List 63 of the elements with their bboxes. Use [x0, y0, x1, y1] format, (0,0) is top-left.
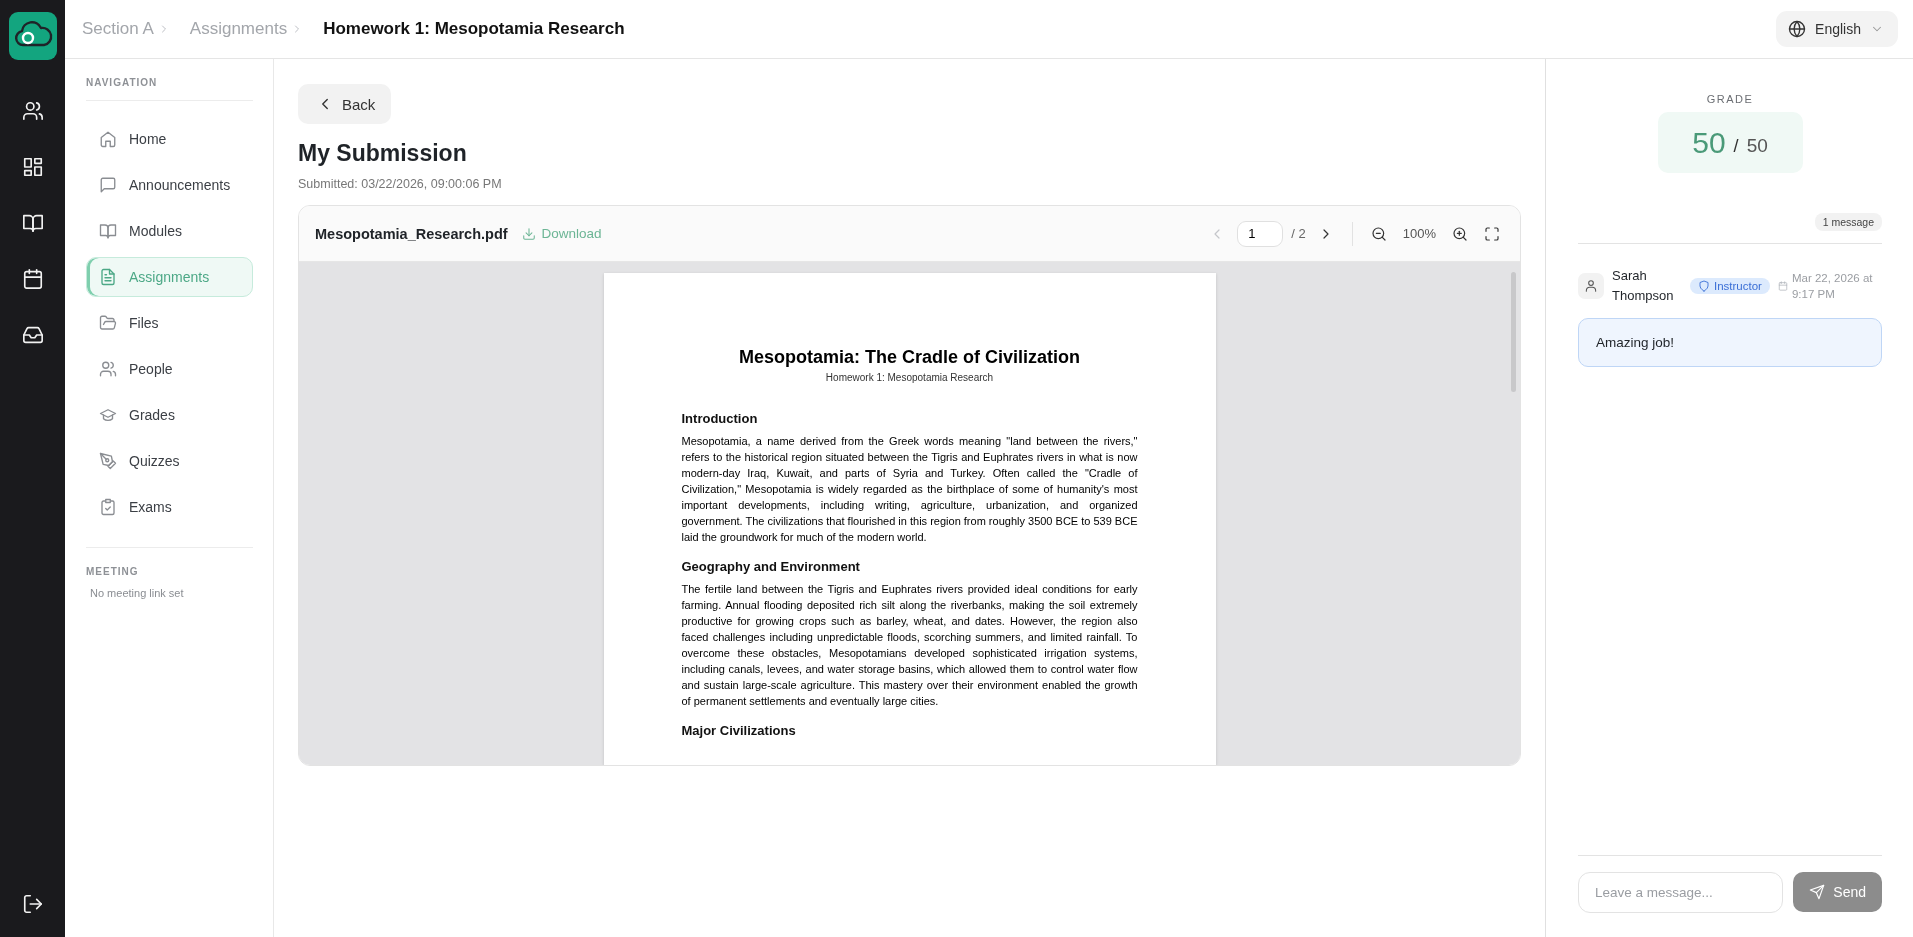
app-logo[interactable]	[8, 12, 57, 60]
message-bubble: Amazing job!	[1578, 318, 1882, 367]
graduation-cap-icon	[99, 406, 117, 424]
nav-item[interactable]: Modules	[86, 211, 253, 251]
zoom-level: 100%	[1402, 226, 1436, 241]
nav-item[interactable]: Files	[86, 303, 253, 343]
logout-icon[interactable]	[21, 893, 44, 915]
message-count: 1 message	[1814, 213, 1882, 231]
document-subtitle: Homework 1: Mesopotamia Research	[824, 372, 995, 383]
nav-item[interactable]: Home	[86, 119, 253, 159]
page-total: / 2	[1291, 226, 1306, 241]
pen-nib-icon	[99, 452, 117, 470]
grade-label: GRADE	[1705, 93, 1755, 105]
message-field[interactable]: Leave a message...	[1578, 872, 1784, 913]
back-button[interactable]: Back	[298, 84, 392, 124]
calendar-icon[interactable]	[21, 268, 44, 290]
nav-item[interactable]: Announcements	[86, 165, 253, 205]
role-badge: Instructor	[1690, 278, 1770, 294]
grade-total: 50	[1746, 134, 1768, 157]
paragraph: Mesopotamia, a name derived from the Greek words meaning "land between the rivers," refers to the historical region situated between the Tigris and Euphrates rivers in what is now modern-day Iraq, Kuwait, and parts of Syria and Turkey. Often called the "Cradle of Civilization," Mesopotamia is widely regarded as the birthplace of some of humanity's most important developments, including writing, agriculture, urbanization, and organized government. The civilizations that flourished in this region from roughly 3500 BCE to 539 BCE laid the groundwork for much of the modern world.	[681, 434, 1138, 545]
document-icon	[99, 268, 117, 286]
calendar-icon	[1777, 281, 1788, 291]
dashboard-grid-icon[interactable]	[21, 156, 44, 178]
section-heading: Major Civilizations	[681, 723, 797, 738]
file-name: Mesopotamia_Research.pdf	[315, 225, 508, 242]
people-icon	[99, 360, 117, 378]
page-number-field[interactable]: 1	[1237, 220, 1284, 247]
submitted-date: Submitted: 03/22/2026, 09:00:06 PM	[298, 177, 503, 191]
section-heading: Geography and Environment	[681, 559, 861, 574]
nav-item[interactable]: Quizzes	[86, 441, 253, 481]
grade-score: 50	[1692, 125, 1726, 160]
page-heading: Homework 1: Mesopotamia Research	[323, 19, 625, 39]
open-book-icon	[99, 222, 117, 240]
zoom-out-icon[interactable]	[1370, 225, 1387, 242]
section-heading: Introduction	[681, 411, 759, 426]
folder-icon	[99, 314, 117, 332]
nav-item[interactable]: Grades	[86, 395, 253, 435]
meeting-status-text: No meeting link set	[89, 587, 185, 599]
globe-icon	[1788, 20, 1807, 38]
download-icon	[521, 226, 536, 241]
scrollbar[interactable]	[1511, 272, 1516, 392]
fullscreen-icon[interactable]	[1484, 225, 1500, 242]
speech-bubble-icon	[99, 176, 117, 194]
paragraph: The fertile land between the Tigris and Euphrates rivers provided ideal conditions for early farming. Annual flooding deposited rich silt along the riverbanks, making the soil extremely productive for growing crops such as barley, wheat, and dates. However, the region also faced challenges including unpredictable floods, scorching summers, and limited rainfall. To overcome these obstacles, Mesopotamians developed sophisticated irrigation systems, including canals, levees, and water storage basins, which allowed them to control water flow and sustain large-scale agriculture. This mastery over their environment enabled the growth of permanent settlements and eventually large cities.	[681, 582, 1138, 709]
nav-item[interactable]: People	[86, 349, 253, 389]
message-time: Mar 22, 2026 at 9:17 PM	[1791, 271, 1874, 302]
author-name: Sarah Thompson	[1612, 267, 1675, 305]
zoom-in-icon[interactable]	[1452, 225, 1468, 242]
people-icon[interactable]	[21, 100, 44, 122]
section-heading: NAVIGATION	[86, 77, 253, 101]
section-heading: MEETING	[86, 566, 140, 579]
language-select[interactable]: English	[1776, 11, 1898, 47]
nav-item[interactable]: Exams	[86, 487, 253, 527]
send-icon	[1809, 884, 1826, 900]
clipboard-check-icon	[99, 498, 117, 516]
user-icon	[1584, 279, 1598, 293]
grade-separator: /	[1733, 136, 1739, 157]
inbox-icon[interactable]	[21, 324, 44, 346]
open-book-icon[interactable]	[21, 212, 44, 234]
document-title: Mesopotamia: The Cradle of Civilization	[737, 347, 1081, 368]
page-title: My Submission	[298, 140, 468, 167]
shield-icon	[1698, 280, 1710, 292]
home-icon	[99, 130, 117, 148]
